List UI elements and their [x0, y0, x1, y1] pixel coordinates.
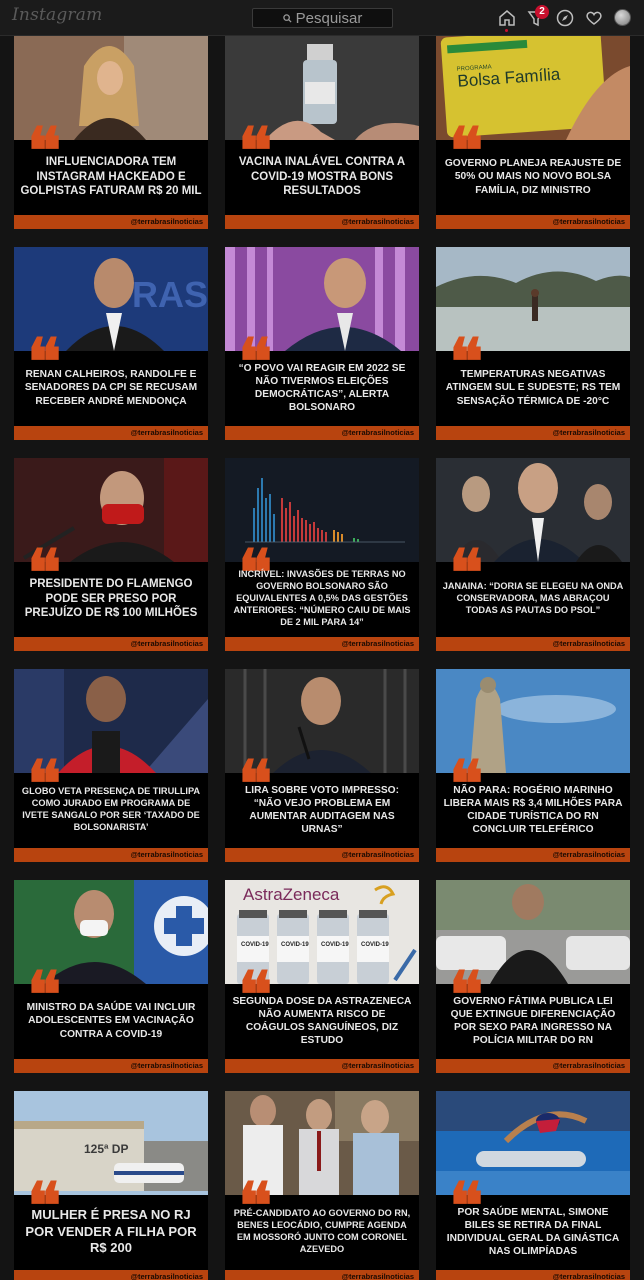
post-tile[interactable]: ❝ INFLUENCIADORA TEM INSTAGRAM HACKEADO … — [14, 36, 208, 229]
post-headline: GOVERNO FÁTIMA PUBLICA LEI QUE EXTINGUE … — [450, 995, 616, 1047]
post-headline: JANAINA: “DORIA SE ELEGEU NA ONDA CONSER… — [442, 581, 624, 615]
post-footer-handle: @terrabrasilnoticias — [225, 1059, 419, 1073]
heart-icon[interactable] — [585, 9, 603, 27]
notification-badge: 2 — [535, 5, 549, 19]
post-headline: PRÉ-CANDIDATO AO GOVERNO DO RN, BENES LE… — [233, 1208, 411, 1254]
post-footer-handle: @terrabrasilnoticias — [225, 1270, 419, 1280]
post-footer-handle: @terrabrasilnoticias — [225, 637, 419, 651]
post-footer-handle: @terrabrasilnoticias — [436, 1059, 630, 1073]
post-tile[interactable]: ❝ NÃO PARA: ROGÉRIO MARINHO LIBERA MAIS … — [436, 669, 630, 862]
post-footer-handle: @terrabrasilnoticias — [436, 426, 630, 440]
vial-label: COVID-19 — [321, 942, 349, 948]
post-headline: INCRÍVEL: INVASÕES DE TERRAS NO GOVERNO … — [233, 569, 411, 627]
post-headline: MINISTRO DA SAÚDE VAI INCLUIR ADOLESCENT… — [26, 1002, 196, 1040]
post-footer-handle: @terrabrasilnoticias — [14, 848, 208, 862]
post-footer-handle: @terrabrasilnoticias — [436, 215, 630, 229]
post-headline: INFLUENCIADORA TEM INSTAGRAM HACKEADO E … — [20, 155, 202, 198]
post-tile[interactable]: ❝ LIRA SOBRE VOTO IMPRESSO: “NÃO VEJO PR… — [225, 669, 419, 862]
post-headline: GOVERNO PLANEJA REAJUSTE DE 50% OU MAIS … — [444, 158, 622, 196]
post-footer-handle: @terrabrasilnoticias — [436, 1270, 630, 1280]
vial-label: COVID-19 — [361, 942, 389, 948]
instagram-logo[interactable]: Instagram — [12, 5, 102, 25]
post-tile[interactable]: RASIL ❝ RENAN CALHEIROS, RANDOLFE E SENA… — [14, 247, 208, 440]
post-headline: VACINA INALÁVEL CONTRA A COVID-19 MOSTRA… — [238, 155, 406, 198]
active-indicator — [505, 29, 508, 32]
astrazeneca-logo: AstraZeneca — [243, 885, 340, 904]
post-footer-handle: @terrabrasilnoticias — [14, 1059, 208, 1073]
post-tile[interactable]: ❝ VACINA INALÁVEL CONTRA A COVID-19 MOST… — [225, 36, 419, 229]
post-headline: “O POVO VAI REAGIR EM 2022 SE NÃO TIVERM… — [238, 362, 406, 414]
top-navigation-bar: Instagram Pesquisar 2 — [0, 0, 644, 36]
post-footer-handle: @terrabrasilnoticias — [14, 1270, 208, 1280]
vial-label: COVID-19 — [241, 942, 269, 948]
post-footer-handle: @terrabrasilnoticias — [225, 426, 419, 440]
post-tile[interactable]: ❝ GLOBO VETA PRESENÇA DE TIRULLIPA COMO … — [14, 669, 208, 862]
post-grid: ❝ INFLUENCIADORA TEM INSTAGRAM HACKEADO … — [14, 36, 631, 1280]
post-headline: NÃO PARA: ROGÉRIO MARINHO LIBERA MAIS R$… — [443, 784, 623, 836]
post-tile[interactable]: ❝ JANAINA: “DORIA SE ELEGEU NA ONDA CONS… — [436, 458, 630, 651]
post-headline: LIRA SOBRE VOTO IMPRESSO: “NÃO VEJO PROB… — [245, 784, 399, 836]
post-tile[interactable]: 125ª DP ❝ MULHER É PRESA NO RJ POR VENDE… — [14, 1091, 208, 1280]
post-tile[interactable]: ❝ “O POVO VAI REAGIR EM 2022 SE NÃO TIVE… — [225, 247, 419, 440]
post-headline: SEGUNDA DOSE DA ASTRAZENECA NÃO AUMENTA … — [232, 995, 412, 1047]
search-placeholder: Pesquisar — [295, 9, 363, 27]
post-headline: PRESIDENTE DO FLAMENGO PODE SER PRESO PO… — [24, 577, 198, 620]
post-tile[interactable]: ❝ INCRÍVEL: INVASÕES DE TERRAS NO GOVERN… — [225, 458, 419, 651]
vial-label: COVID-19 — [281, 942, 309, 948]
post-tile[interactable]: ❝ PRÉ-CANDIDATO AO GOVERNO DO RN, BENES … — [225, 1091, 419, 1280]
post-tile[interactable]: PROGRAMA Bolsa Família ❝ GOVERNO PLANEJA… — [436, 36, 630, 229]
post-footer-handle: @terrabrasilnoticias — [436, 637, 630, 651]
post-tile[interactable]: ❝ TEMPERATURAS NEGATIVAS ATINGEM SUL E S… — [436, 247, 630, 440]
post-tile[interactable]: ❝ PRESIDENTE DO FLAMENGO PODE SER PRESO … — [14, 458, 208, 651]
post-headline: MULHER É PRESA NO RJ POR VENDER A FILHA … — [25, 1206, 197, 1256]
post-headline: GLOBO VETA PRESENÇA DE TIRULLIPA COMO JU… — [21, 786, 201, 832]
post-footer-handle: @terrabrasilnoticias — [436, 848, 630, 862]
post-footer-handle: @terrabrasilnoticias — [14, 637, 208, 651]
explore-icon[interactable] — [556, 9, 574, 27]
home-icon[interactable] — [498, 9, 516, 27]
post-footer-handle: @terrabrasilnoticias — [225, 215, 419, 229]
post-tile[interactable]: AstraZeneca COVID-19 COVID-19 COVID-19 C… — [225, 880, 419, 1073]
search-icon — [282, 13, 292, 23]
police-station-sign: 125ª DP — [84, 1142, 128, 1156]
post-footer-handle: @terrabrasilnoticias — [14, 426, 208, 440]
post-footer-handle: @terrabrasilnoticias — [225, 848, 419, 862]
profile-avatar[interactable] — [614, 9, 631, 26]
post-tile[interactable]: ❝ MINISTRO DA SAÚDE VAI INCLUIR ADOLESCE… — [14, 880, 208, 1073]
post-headline: RENAN CALHEIROS, RANDOLFE E SENADORES DA… — [24, 369, 198, 407]
post-footer-handle: @terrabrasilnoticias — [14, 215, 208, 229]
search-box[interactable]: Pesquisar — [252, 8, 393, 28]
post-headline: POR SAÚDE MENTAL, SIMONE BILES SE RETIRA… — [446, 1206, 620, 1258]
post-tile[interactable]: ❝ POR SAÚDE MENTAL, SIMONE BILES SE RETI… — [436, 1091, 630, 1280]
svg-text:RASIL: RASIL — [132, 274, 208, 315]
post-tile[interactable]: ❝ GOVERNO FÁTIMA PUBLICA LEI QUE EXTINGU… — [436, 880, 630, 1073]
post-headline: TEMPERATURAS NEGATIVAS ATINGEM SUL E SUD… — [445, 369, 621, 407]
